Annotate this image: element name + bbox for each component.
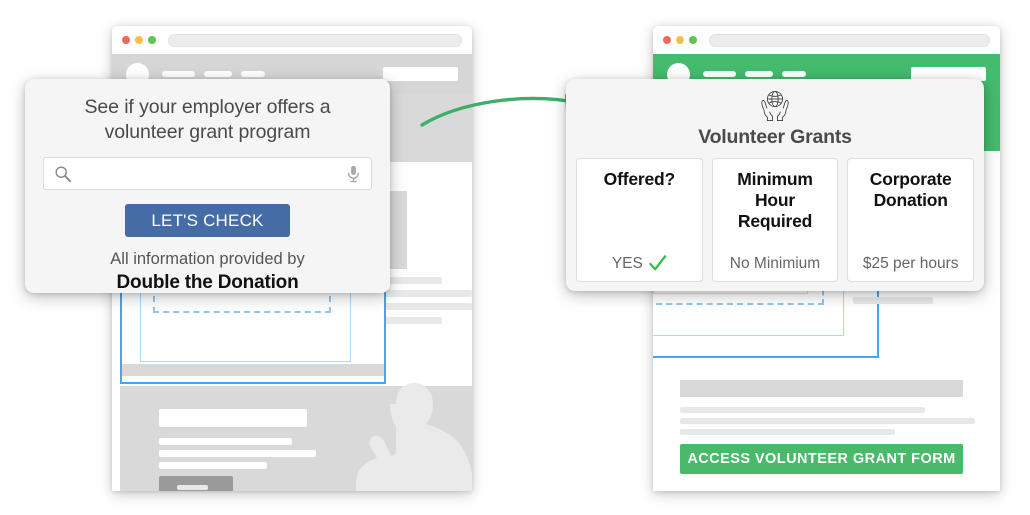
left-address-bar[interactable] bbox=[168, 33, 462, 47]
left-text-line-4 bbox=[384, 317, 442, 324]
provided-by-label: All information provided by bbox=[110, 250, 305, 268]
close-dot-icon[interactable] bbox=[122, 36, 130, 44]
screenshot-root: ACCESS VOLUNTEER GRANT FORM See if your … bbox=[0, 0, 1030, 515]
maximize-dot-icon[interactable] bbox=[689, 36, 697, 44]
right-lower-heading bbox=[680, 380, 963, 397]
right-lower-line-1 bbox=[680, 407, 925, 413]
right-nav-item-1[interactable] bbox=[703, 71, 736, 77]
left-nav-item-2[interactable] bbox=[204, 71, 232, 77]
left-text-line-1 bbox=[384, 277, 442, 284]
left-lower-line-1 bbox=[159, 438, 292, 445]
left-lower-heading bbox=[159, 409, 307, 427]
tile-corporate-donation: Corporate Donation $25 per hours bbox=[847, 158, 975, 282]
left-text-line-2 bbox=[384, 290, 472, 297]
employer-search-input[interactable] bbox=[44, 158, 371, 189]
tile-offered-title: Offered? bbox=[603, 169, 676, 189]
tile-corporate-donation-value: $25 per hours bbox=[862, 255, 959, 272]
tile-corporate-donation-title: Corporate Donation bbox=[869, 169, 952, 210]
left-lower-line-2 bbox=[159, 450, 316, 457]
left-nav-item-1[interactable] bbox=[162, 71, 195, 77]
minimize-dot-icon[interactable] bbox=[135, 36, 143, 44]
globe-in-hands-icon bbox=[761, 90, 789, 122]
tile-offered-value: YES bbox=[611, 254, 643, 272]
right-browser-titlebar bbox=[653, 26, 1000, 54]
employer-search-popup: See if your employer offers a volunteer … bbox=[25, 79, 390, 293]
search-icon bbox=[55, 165, 72, 182]
left-widget-footer bbox=[122, 364, 384, 376]
left-window-controls bbox=[122, 36, 156, 44]
tile-minimum-hour: Minimum Hour Required No Minimium bbox=[711, 158, 839, 282]
person-silhouette-icon bbox=[356, 383, 472, 491]
tile-minimum-hour-value: No Minimium bbox=[729, 255, 821, 272]
microphone-icon[interactable] bbox=[347, 165, 360, 183]
right-lower-line-3 bbox=[680, 429, 895, 435]
popup-headline: See if your employer offers a volunteer … bbox=[84, 96, 331, 143]
left-nav-cta[interactable] bbox=[383, 67, 458, 81]
volunteer-grants-title: Volunteer Grants bbox=[698, 126, 852, 148]
left-nav-item-3[interactable] bbox=[241, 71, 265, 77]
right-lower-line-2 bbox=[680, 418, 975, 424]
maximize-dot-icon[interactable] bbox=[148, 36, 156, 44]
left-lower-line-3 bbox=[159, 462, 267, 469]
access-volunteer-grant-form-button[interactable]: ACCESS VOLUNTEER GRANT FORM bbox=[680, 444, 963, 474]
left-lower-button-label bbox=[177, 485, 208, 490]
lets-check-button[interactable]: LET'S CHECK bbox=[125, 204, 290, 237]
right-nav-item-2[interactable] bbox=[745, 71, 773, 77]
brand-name: Double the Donation bbox=[116, 272, 299, 293]
volunteer-grants-card: Volunteer Grants Offered? YES Minimum Ho… bbox=[566, 79, 984, 291]
right-nav-item-3[interactable] bbox=[782, 71, 806, 77]
left-text-line-3 bbox=[384, 303, 472, 310]
right-text-line-2 bbox=[853, 297, 933, 304]
green-check-icon bbox=[649, 255, 667, 271]
close-dot-icon[interactable] bbox=[663, 36, 671, 44]
employer-search-field-wrapper[interactable] bbox=[43, 157, 372, 190]
minimize-dot-icon[interactable] bbox=[676, 36, 684, 44]
tile-offered-value-row: YES bbox=[612, 254, 667, 273]
tile-minimum-hour-title: Minimum Hour Required bbox=[737, 169, 813, 231]
tile-offered: Offered? YES bbox=[576, 158, 703, 282]
left-browser-titlebar bbox=[112, 26, 472, 54]
right-window-controls bbox=[663, 36, 697, 44]
right-address-bar[interactable] bbox=[709, 33, 990, 47]
grants-tiles: Offered? YES Minimum Hour Required No Mi… bbox=[576, 158, 975, 282]
